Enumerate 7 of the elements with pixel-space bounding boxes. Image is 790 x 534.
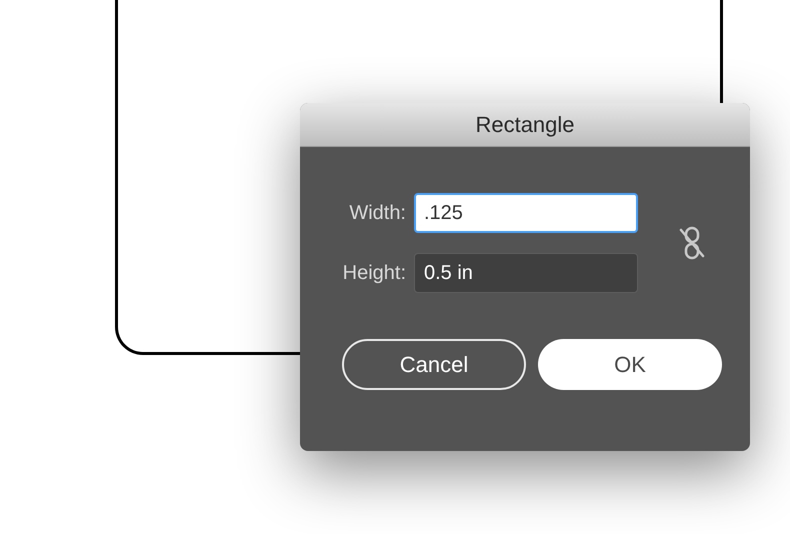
window-title: Rectangle (475, 111, 575, 139)
input-field[interactable]: 0.5 in (414, 253, 638, 293)
field-label: Width: (348, 201, 407, 226)
cancel-button[interactable]: Cancel (342, 339, 526, 390)
ok-button[interactable]: OK (538, 339, 722, 390)
field-label: Height: (342, 261, 407, 286)
input-field[interactable]: .125 (414, 193, 638, 233)
